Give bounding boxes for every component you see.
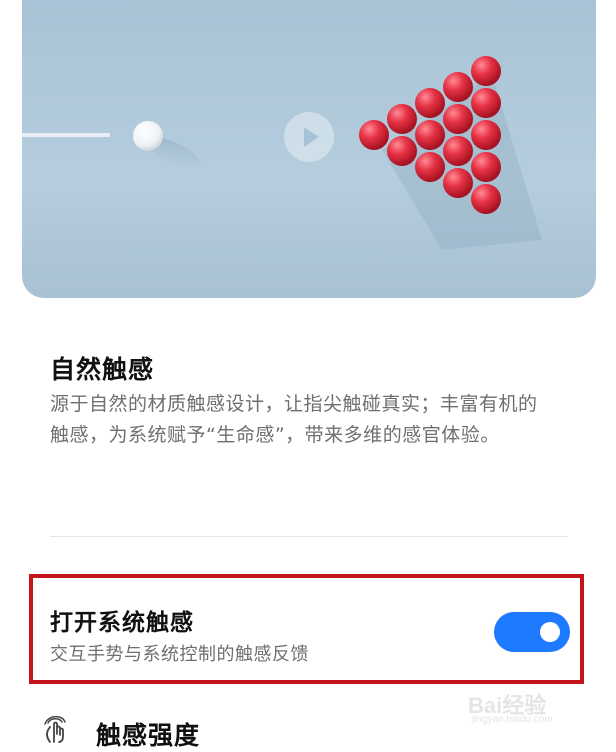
section-description: 源于自然的材质触感设计，让指尖触碰真实；丰富有机的触感，为系统赋予“生命感”，带…	[50, 393, 538, 446]
system-haptics-toggle[interactable]	[494, 612, 570, 652]
cue-stick	[22, 133, 110, 137]
system-haptics-title: 打开系统触感	[50, 610, 194, 636]
hero-video[interactable]	[22, 0, 596, 298]
play-button[interactable]	[284, 112, 334, 162]
divider	[50, 536, 568, 537]
watermark-url: jingyan.baidu.com	[472, 714, 553, 725]
touch-hand-icon	[44, 715, 66, 743]
toggle-knob	[540, 622, 560, 642]
section-title: 自然触感	[50, 355, 155, 384]
system-haptics-subtitle: 交互手势与系统控制的触感反馈	[50, 644, 309, 665]
play-icon	[304, 127, 319, 147]
watermark: Bai经验 jingyan.baidu.com	[462, 682, 602, 732]
cue-ball	[133, 121, 163, 151]
haptic-intensity-row[interactable]: 触感强度	[40, 712, 440, 752]
